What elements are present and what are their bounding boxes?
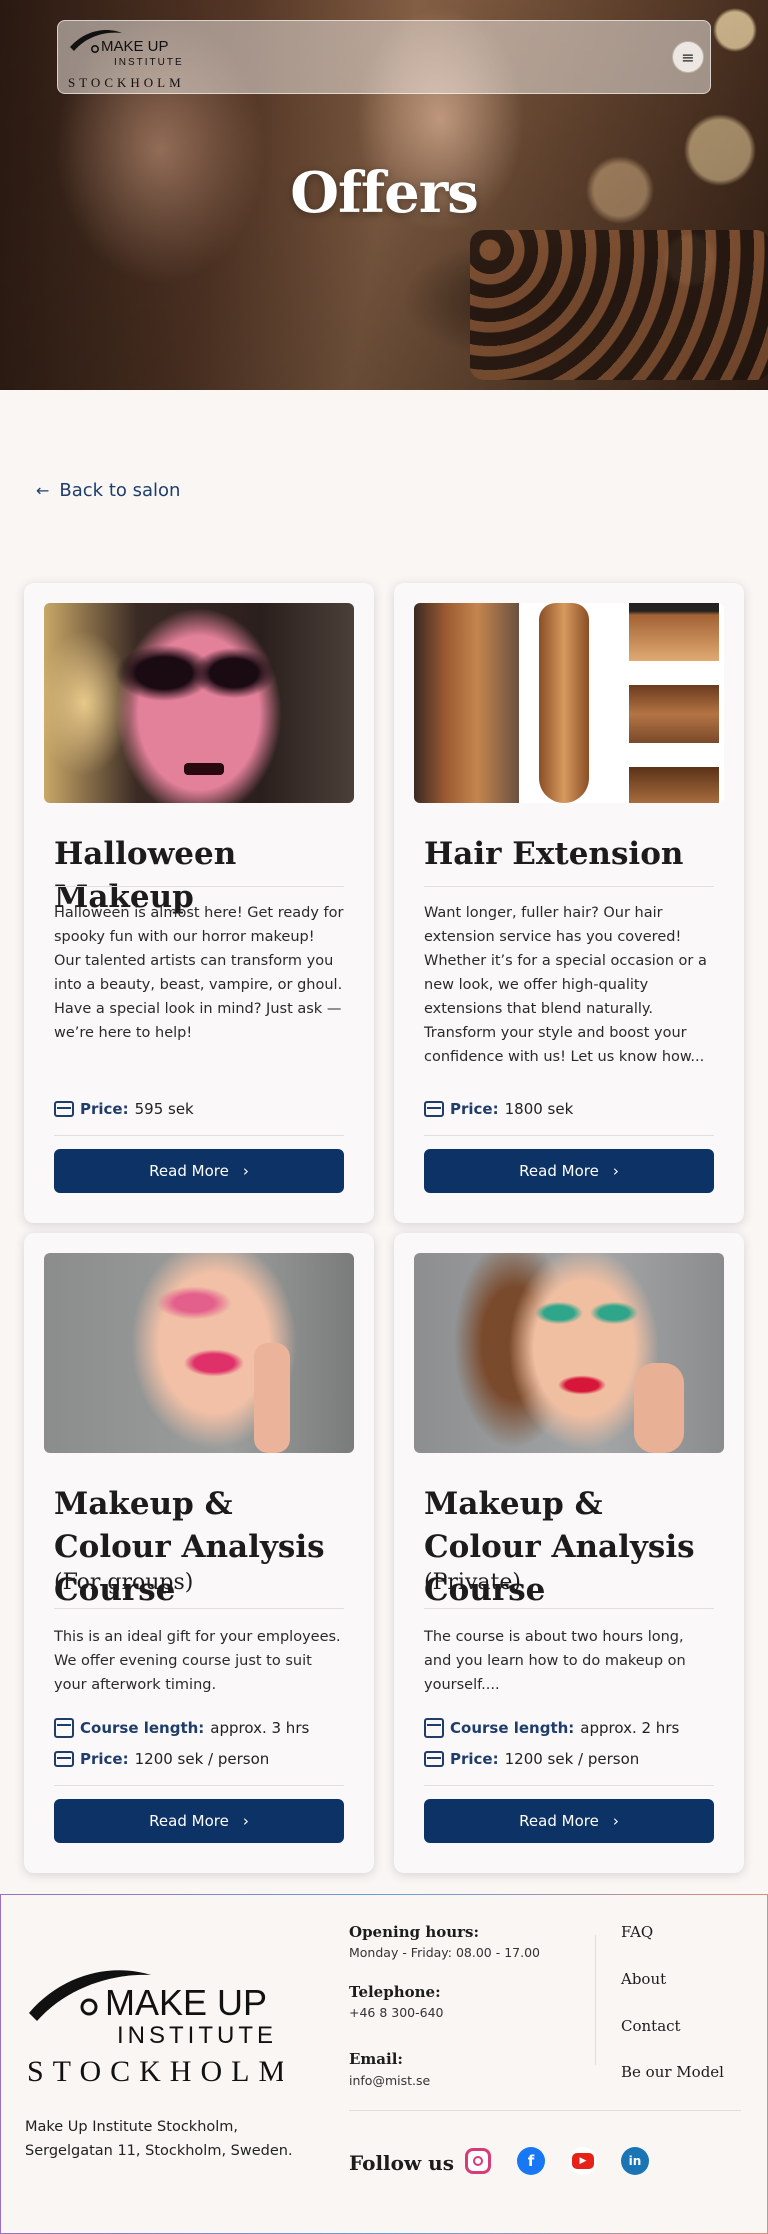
opening-hours-value: Monday - Friday: 08.00 - 17.00: [349, 1945, 540, 1960]
chevron-right-icon: ›: [242, 1162, 249, 1180]
address: Make Up Institute Stockholm, Sergelgatan…: [25, 2119, 293, 2159]
price-row: Price: 1800 sek: [424, 1100, 573, 1118]
telephone-value[interactable]: +46 8 300-640: [349, 2005, 444, 2020]
chevron-right-icon: ›: [612, 1162, 619, 1180]
follow-us-label: Follow us: [349, 2151, 454, 2175]
svg-text:INSTITUTE: INSTITUTE: [117, 2022, 277, 2049]
hair-extension-photo: [414, 603, 724, 803]
offer-description: Want longer, fuller hair? Our hair exten…: [424, 905, 707, 1065]
offer-description: The course is about two hours long, and …: [424, 1629, 686, 1693]
read-more-button[interactable]: Read More ›: [54, 1149, 344, 1193]
offer-card-course-private: Makeup & Colour Analysis Course (Private…: [394, 1233, 744, 1873]
price-value: 1800 sek: [504, 1100, 574, 1118]
offer-subtitle: (For groups): [54, 1570, 194, 1595]
email-value[interactable]: info@mist.se: [349, 2073, 430, 2088]
logo[interactable]: MAKE UP INSTITUTE STOCKHOLM: [66, 25, 201, 91]
price-row: Price: 1200 sek / person: [54, 1750, 269, 1768]
credit-card-icon: [424, 1101, 444, 1117]
footer-link-faq[interactable]: FAQ: [621, 1923, 653, 1941]
course-length-row: Course length: approx. 3 hrs: [54, 1718, 309, 1738]
offer-title: Hair Extension: [424, 836, 684, 872]
facebook-icon[interactable]: f: [517, 2147, 545, 2175]
footer-logo[interactable]: MAKE UP INSTITUTE STOCKHOLM: [23, 1955, 283, 2085]
offer-subtitle: (Private): [424, 1570, 521, 1595]
price-row: Price: 595 sek: [54, 1100, 194, 1118]
email-title: Email:: [349, 2050, 403, 2068]
course-private-photo: [414, 1253, 724, 1453]
credit-card-icon: [54, 1101, 74, 1117]
chevron-right-icon: ›: [242, 1812, 249, 1830]
price-value: 1200 sek / person: [504, 1750, 640, 1768]
back-to-salon-link[interactable]: ← Back to salon: [36, 480, 180, 501]
opening-hours-title: Opening hours:: [349, 1923, 480, 1941]
footer: MAKE UP INSTITUTE STOCKHOLM Make Up Inst…: [0, 1894, 768, 2234]
credit-card-icon: [54, 1751, 74, 1767]
svg-text:MAKE UP: MAKE UP: [101, 38, 169, 55]
telephone-title: Telephone:: [349, 1983, 441, 2001]
credit-card-icon: [424, 1751, 444, 1767]
back-link-label: Back to salon: [59, 480, 181, 501]
menu-button[interactable]: ≡: [672, 41, 704, 73]
linkedin-icon[interactable]: in: [621, 2147, 649, 2175]
footer-link-be-our-model[interactable]: Be our Model: [621, 2063, 724, 2081]
price-value: 1200 sek / person: [134, 1750, 270, 1768]
offer-card-course-groups: Makeup & Colour Analysis Course (For gro…: [24, 1233, 374, 1873]
calendar-icon: [424, 1718, 444, 1738]
svg-text:INSTITUTE: INSTITUTE: [114, 57, 184, 68]
course-length-value: approx. 2 hrs: [580, 1719, 680, 1737]
read-more-button[interactable]: Read More ›: [424, 1799, 714, 1843]
svg-text:STOCKHOLM: STOCKHOLM: [27, 2055, 283, 2085]
footer-link-contact[interactable]: Contact: [621, 2017, 681, 2035]
course-length-row: Course length: approx. 2 hrs: [424, 1718, 679, 1738]
instagram-icon[interactable]: [465, 2148, 491, 2174]
youtube-icon[interactable]: ▶: [569, 2147, 597, 2175]
svg-text:MAKE UP: MAKE UP: [105, 1982, 267, 2023]
price-row: Price: 1200 sek / person: [424, 1750, 639, 1768]
price-value: 595 sek: [134, 1100, 194, 1118]
arrow-left-icon: ←: [36, 481, 50, 500]
offer-card-hair-extension: Hair Extension Want longer, fuller hair?…: [394, 583, 744, 1223]
footer-link-about[interactable]: About: [621, 1970, 666, 1988]
course-length-value: approx. 3 hrs: [210, 1719, 310, 1737]
hero-banner: MAKE UP INSTITUTE STOCKHOLM ≡ Offers: [0, 0, 768, 390]
hamburger-icon: ≡: [681, 47, 695, 67]
calendar-icon: [54, 1718, 74, 1738]
read-more-button[interactable]: Read More ›: [424, 1149, 714, 1193]
read-more-button[interactable]: Read More ›: [54, 1799, 344, 1843]
chevron-right-icon: ›: [612, 1812, 619, 1830]
top-navbar: MAKE UP INSTITUTE STOCKHOLM ≡: [57, 20, 711, 94]
svg-text:STOCKHOLM: STOCKHOLM: [68, 75, 185, 90]
course-groups-photo: [44, 1253, 354, 1453]
offer-description: Halloween is almost here! Get ready for …: [54, 905, 344, 1041]
offer-description: This is an ideal gift for your employees…: [54, 1629, 341, 1693]
halloween-makeup-photo: [44, 603, 354, 803]
page-title: Offers: [290, 160, 479, 226]
offer-card-halloween: Halloween Makeup Halloween is almost her…: [24, 583, 374, 1223]
